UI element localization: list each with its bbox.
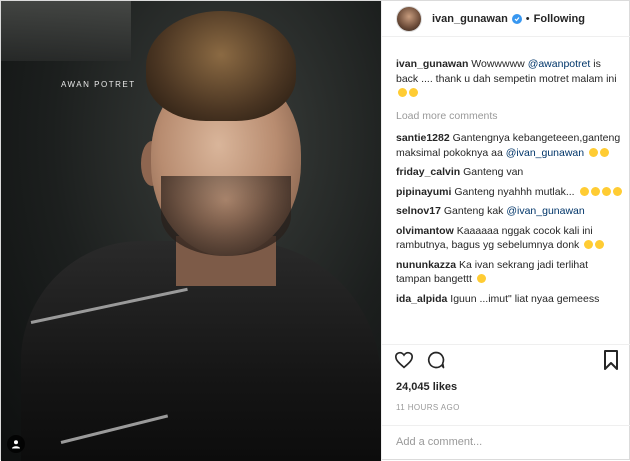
comment-username[interactable]: friday_calvin — [396, 166, 460, 178]
emoji-icon — [600, 147, 610, 157]
comment: ida_alpida Iguun ...imut" liat nyaa geme… — [396, 292, 624, 307]
emoji-icon — [579, 186, 589, 196]
like-heart-icon[interactable] — [394, 351, 414, 372]
comment-text: Ganteng van — [463, 166, 524, 178]
comment-mention[interactable]: @ivan_gunawan — [506, 205, 584, 217]
avatar[interactable] — [396, 5, 422, 32]
comment-username[interactable]: ida_alpida — [396, 293, 447, 305]
comment: santie1282 Gantengnya kebangeteeen,gante… — [396, 131, 624, 160]
heart-emoji-icon — [398, 88, 407, 97]
comment-text: Ganteng kak — [443, 205, 504, 217]
action-bar — [382, 344, 630, 378]
emoji-icon — [595, 240, 605, 249]
photo-watermark: AWAN POTRET — [61, 80, 136, 89]
background-light — [1, 1, 131, 61]
heart-emoji-icon — [409, 88, 418, 97]
post-photo[interactable]: AWAN POTRET — [1, 1, 381, 461]
caption-mention[interactable]: @awanpotret — [528, 58, 591, 70]
emoji-icon — [584, 240, 594, 249]
comment-text: Iguun ...imut" liat nyaa gemeess — [450, 292, 600, 305]
header-username[interactable]: ivan_gunawan — [432, 13, 508, 25]
comment: pipinayumi Ganteng nyahhh mutlak... — [396, 185, 624, 200]
comment: nununkazza Ka ivan sekrang jadi terlihat… — [396, 258, 624, 287]
emoji-icon — [589, 147, 599, 157]
caption-text: Wowwwww — [471, 58, 525, 70]
comments-list: ivan_gunawan Wowwwww @awanpotret is back… — [396, 57, 624, 311]
post-timestamp[interactable]: 11 HOURS AGO — [396, 403, 460, 412]
separator-dot: • — [525, 12, 530, 25]
bookmark-icon[interactable] — [603, 350, 619, 373]
following-button[interactable]: Following — [534, 13, 585, 25]
comment-mention[interactable]: @ivan_gunawan — [506, 147, 584, 159]
comment: olvimantow Kaaaaaa nggak cocok kali ini … — [396, 224, 624, 253]
comment: friday_calvin Ganteng van — [396, 165, 624, 180]
comment-username[interactable]: pipinayumi — [396, 186, 451, 198]
comment-username[interactable]: nununkazza — [396, 259, 456, 271]
caption: ivan_gunawan Wowwwww @awanpotret is back… — [396, 57, 624, 101]
comment-username[interactable]: santie1282 — [396, 132, 450, 144]
user-tag-icon[interactable] — [7, 435, 25, 453]
comment: selnov17 Ganteng kak @ivan_gunawan — [396, 204, 624, 219]
instagram-post: AWAN POTRET ivan_gunawan • Following iva… — [0, 0, 630, 461]
post-header: ivan_gunawan • Following — [382, 1, 630, 37]
verified-badge-icon — [511, 13, 522, 24]
post-sidebar: ivan_gunawan • Following ivan_gunawan Wo… — [381, 1, 630, 461]
comment-username[interactable]: selnov17 — [396, 205, 441, 217]
emoji-icon — [476, 274, 486, 283]
hair — [146, 11, 296, 121]
emoji-icon — [612, 186, 622, 196]
load-more-comments[interactable]: Load more comments — [396, 109, 624, 124]
caption-username[interactable]: ivan_gunawan — [396, 58, 468, 70]
comment-bubble-icon[interactable] — [426, 350, 446, 373]
emoji-icon — [601, 186, 611, 196]
likes-count[interactable]: 24,045 likes — [396, 381, 457, 393]
beard — [161, 176, 291, 256]
comment-text: Ganteng nyahhh mutlak... — [454, 185, 575, 198]
comment-username[interactable]: olvimantow — [396, 225, 454, 237]
emoji-icon — [590, 186, 600, 196]
add-comment-input[interactable]: Add a comment... — [382, 425, 630, 461]
